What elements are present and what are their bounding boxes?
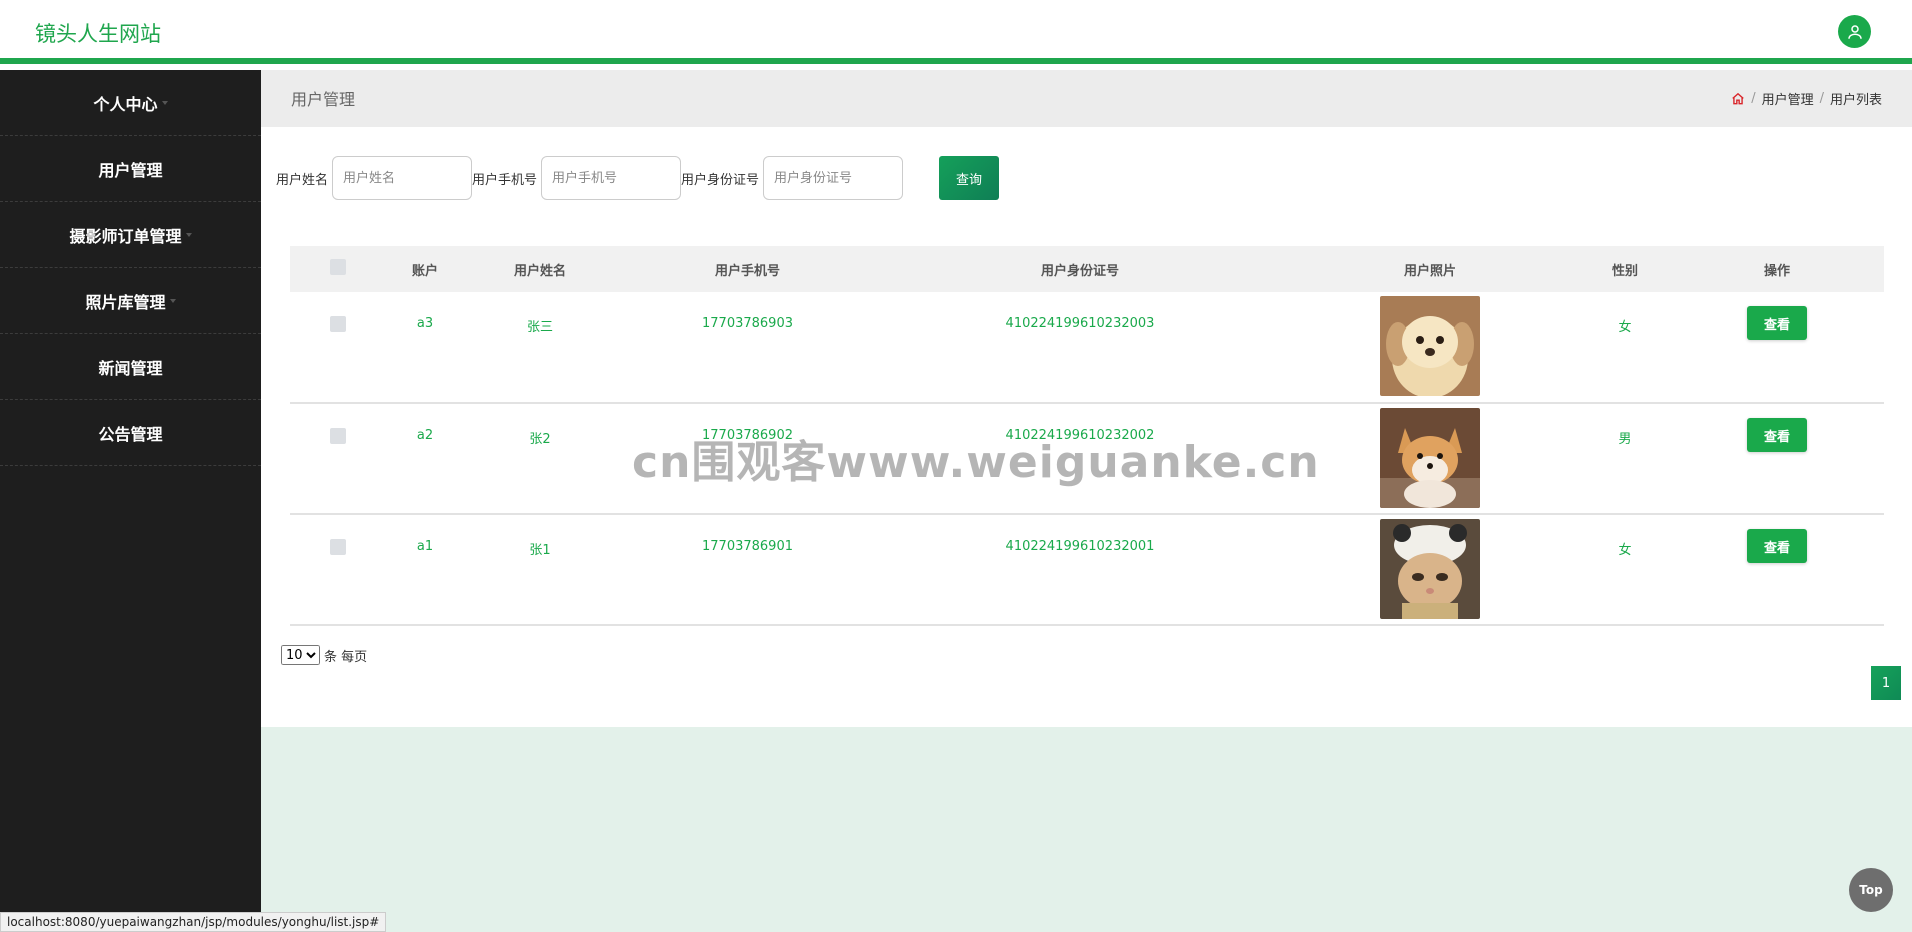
user-avatar-button[interactable]: [1838, 15, 1871, 48]
view-button[interactable]: 查看: [1747, 529, 1807, 563]
sidebar-item-announcements[interactable]: 公告管理: [0, 400, 261, 466]
home-icon[interactable]: [1731, 92, 1745, 106]
page-title: 用户管理: [291, 90, 356, 109]
chevron-down-icon: [169, 298, 176, 303]
column-header: 操作: [1763, 263, 1790, 279]
view-button[interactable]: 查看: [1747, 306, 1807, 340]
puppy-photo[interactable]: [1380, 296, 1480, 396]
account-cell: a1: [416, 539, 434, 554]
status-bar-url: localhost:8080/yuepaiwangzhan/jsp/module…: [0, 912, 387, 932]
phone-search-input[interactable]: [541, 156, 682, 200]
sidebar-item-photo-library[interactable]: 照片库管理: [0, 268, 261, 334]
page-size-control: 10 条 每页: [281, 645, 367, 665]
column-header[interactable]: 用户照片: [1280, 246, 1580, 292]
page-header: 用户管理 / 用户管理 / 用户列表: [261, 70, 1912, 127]
watermark: cn围观客www.weiguanke.cn: [632, 437, 1320, 488]
gender-cell: 女: [1618, 320, 1632, 335]
column-header[interactable]: 用户身份证号: [880, 246, 1280, 292]
account-cell: a3: [416, 316, 434, 331]
view-button[interactable]: 查看: [1747, 418, 1807, 452]
name-cell: 张1: [529, 543, 551, 558]
sidebar-item-label: 个人中心: [93, 94, 158, 114]
select-all-checkbox[interactable]: [329, 259, 346, 275]
breadcrumb-separator: /: [1819, 91, 1824, 106]
row-checkbox[interactable]: [329, 316, 346, 332]
breadcrumb-item[interactable]: 用户管理: [1762, 89, 1814, 108]
name-cell: 张三: [526, 320, 553, 335]
main-background: [261, 727, 1912, 932]
name-search-input[interactable]: [332, 156, 473, 200]
query-button[interactable]: 查询: [939, 156, 1000, 200]
column-header[interactable]: 账户: [385, 246, 465, 292]
sidebar-item-user-management[interactable]: 用户管理: [0, 136, 261, 202]
table-row: a1 张1 17703786901 410224199610232001 女 查…: [290, 514, 1884, 625]
column-header[interactable]: 用户手机号: [615, 246, 880, 292]
chevron-down-icon: [185, 232, 192, 237]
sidebar-item-label: 照片库管理: [85, 292, 166, 312]
id-label: 用户身份证号: [681, 172, 760, 188]
name-label: 用户姓名: [276, 172, 329, 188]
page-size-suffix: 条 每页: [324, 649, 368, 665]
page-number-button[interactable]: 1: [1871, 666, 1901, 700]
name-cell: 张2: [529, 432, 551, 447]
account-cell: a2: [416, 428, 434, 443]
cat-photo[interactable]: [1380, 519, 1480, 619]
sidebar-item-photographer-orders[interactable]: 摄影师订单管理: [0, 202, 261, 268]
sidebar-item-label: 公告管理: [98, 424, 163, 444]
select-all-cell: [290, 246, 385, 292]
breadcrumb-item: 用户列表: [1829, 93, 1882, 108]
sidebar-item-personal-center[interactable]: 个人中心: [0, 70, 261, 136]
sidebar-item-news[interactable]: 新闻管理: [0, 334, 261, 400]
table-header-row: 账户 用户姓名 用户手机号 用户身份证号 用户照片 性别 操作: [290, 246, 1884, 292]
back-to-top-button[interactable]: Top: [1849, 868, 1893, 912]
search-form: 用户姓名 用户手机号 用户身份证号 查询: [276, 156, 1000, 200]
sidebar-item-label: 新闻管理: [98, 358, 163, 378]
breadcrumb-separator: /: [1751, 91, 1756, 106]
id-number-cell: 410224199610232003: [1005, 316, 1155, 331]
row-checkbox[interactable]: [329, 539, 346, 555]
gender-cell: 女: [1618, 543, 1632, 558]
sidebar: 个人中心 用户管理 摄影师订单管理 照片库管理 新闻管理 公告管理: [0, 70, 261, 932]
sidebar-item-label: 摄影师订单管理: [69, 226, 182, 246]
top-bar: 镜头人生网站: [0, 0, 1912, 64]
chevron-down-icon: [161, 100, 168, 105]
phone-label: 用户手机号: [472, 172, 538, 188]
phone-cell: 17703786901: [702, 539, 793, 554]
gender-cell: 男: [1618, 432, 1632, 447]
table-row: a3 张三 17703786903 410224199610232003 女 查…: [290, 292, 1884, 403]
column-header[interactable]: 性别: [1580, 246, 1670, 292]
breadcrumb: / 用户管理 / 用户列表: [1731, 89, 1882, 108]
sidebar-item-label: 用户管理: [98, 160, 163, 180]
row-checkbox[interactable]: [329, 428, 346, 444]
phone-cell: 17703786903: [702, 316, 793, 331]
column-header[interactable]: 用户姓名: [465, 246, 615, 292]
id-number-cell: 410224199610232001: [1005, 539, 1155, 554]
shiba-photo[interactable]: [1380, 408, 1480, 508]
site-title[interactable]: 镜头人生网站: [35, 18, 161, 48]
user-icon: [1847, 24, 1862, 39]
page-size-select[interactable]: 10: [281, 645, 320, 665]
id-search-input[interactable]: [763, 156, 904, 200]
